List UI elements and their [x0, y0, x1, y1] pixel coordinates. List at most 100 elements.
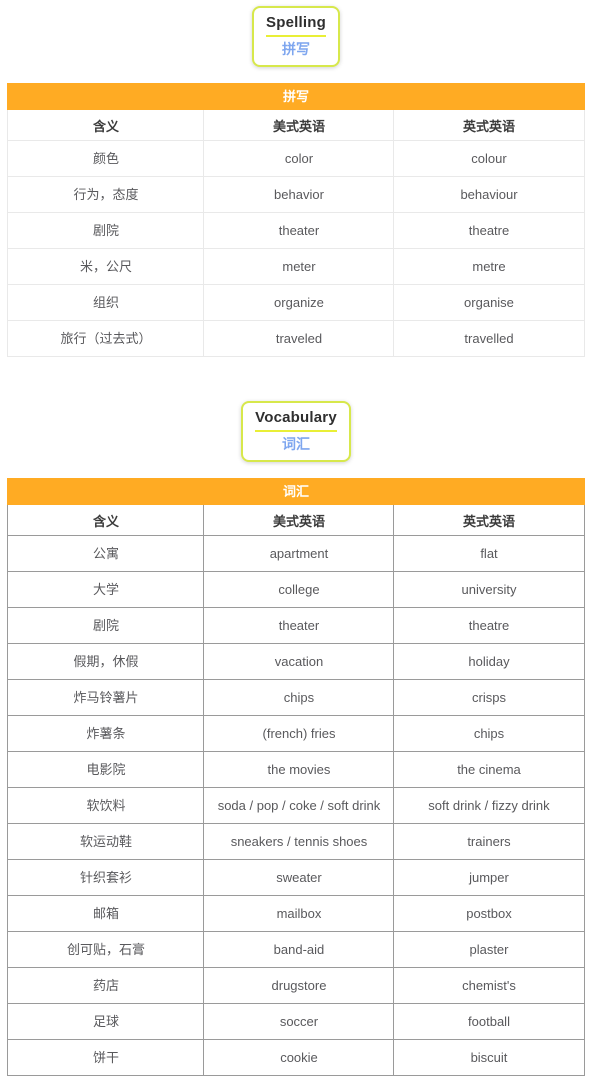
- table-row: 电影院 the movies the cinema: [7, 751, 585, 788]
- cell-british: football: [393, 1003, 585, 1040]
- cell-american: drugstore: [203, 967, 395, 1004]
- cell-meaning: 行为，态度: [7, 176, 205, 213]
- spelling-badge-title: Spelling: [266, 14, 326, 31]
- cell-american: theater: [203, 607, 395, 644]
- vocabulary-table: 词汇 含义 美式英语 英式英语 公寓 apartment flat 大学 col…: [7, 478, 585, 1076]
- cell-british: organise: [393, 284, 585, 321]
- spelling-badge-divider: [266, 35, 326, 37]
- cell-british: travelled: [393, 320, 585, 357]
- cell-american: college: [203, 571, 395, 608]
- spelling-table-title: 拼写: [7, 83, 585, 110]
- cell-american: organize: [203, 284, 395, 321]
- vocabulary-badge-subtitle: 词汇: [281, 436, 310, 452]
- spelling-badge-table-gap: [0, 67, 592, 83]
- table-row: 饼干 cookie biscuit: [7, 1039, 585, 1076]
- cell-british: holiday: [393, 643, 585, 680]
- cell-meaning: 剧院: [7, 607, 205, 644]
- cell-meaning: 电影院: [7, 751, 205, 788]
- cell-american: vacation: [203, 643, 395, 680]
- vocabulary-badge-table-gap: [0, 462, 592, 478]
- cell-british: behaviour: [393, 176, 585, 213]
- cell-meaning: 假期，休假: [7, 643, 205, 680]
- cell-american: band-aid: [203, 931, 395, 968]
- cell-british: chips: [393, 715, 585, 752]
- table-row: 软饮料 soda / pop / coke / soft drink soft …: [7, 787, 585, 824]
- cell-meaning: 创可贴，石膏: [7, 931, 205, 968]
- spelling-badge-subtitle: 拼写: [282, 41, 310, 57]
- cell-meaning: 颜色: [7, 140, 205, 177]
- vocabulary-col-american: 美式英语: [203, 504, 395, 536]
- cell-meaning: 邮箱: [7, 895, 205, 932]
- cell-british: theatre: [393, 212, 585, 249]
- cell-british: crisps: [393, 679, 585, 716]
- cell-british: chemist's: [393, 967, 585, 1004]
- table-row: 炸薯条 (french) fries chips: [7, 715, 585, 752]
- cell-british: flat: [393, 535, 585, 572]
- table-row: 药店 drugstore chemist's: [7, 967, 585, 1004]
- table-row: 行为，态度 behavior behaviour: [7, 176, 585, 213]
- cell-british: plaster: [393, 931, 585, 968]
- table-row: 软运动鞋 sneakers / tennis shoes trainers: [7, 823, 585, 860]
- cell-meaning: 剧院: [7, 212, 205, 249]
- vocabulary-badge-divider: [255, 430, 337, 432]
- cell-american: mailbox: [203, 895, 395, 932]
- spelling-table-title-row: 拼写: [7, 83, 585, 110]
- cell-british: university: [393, 571, 585, 608]
- cell-meaning: 软饮料: [7, 787, 205, 824]
- cell-meaning: 饼干: [7, 1039, 205, 1076]
- cell-meaning: 足球: [7, 1003, 205, 1040]
- table-row: 颜色 color colour: [7, 140, 585, 177]
- cell-american: sweater: [203, 859, 395, 896]
- spelling-col-meaning: 含义: [7, 109, 205, 141]
- cell-meaning: 组织: [7, 284, 205, 321]
- page-root: Spelling 拼写 拼写 含义 美式英语 英式英语 颜色 color col…: [0, 0, 592, 1076]
- cell-american: sneakers / tennis shoes: [203, 823, 395, 860]
- cell-american: soccer: [203, 1003, 395, 1040]
- table-row: 剧院 theater theatre: [7, 607, 585, 644]
- spelling-badge: Spelling 拼写: [252, 6, 340, 67]
- vocabulary-table-header-row: 含义 美式英语 英式英语: [7, 504, 585, 536]
- table-row: 创可贴，石膏 band-aid plaster: [7, 931, 585, 968]
- cell-meaning: 炸马铃薯片: [7, 679, 205, 716]
- vocabulary-badge: Vocabulary 词汇: [241, 401, 351, 462]
- vocabulary-col-british: 英式英语: [393, 504, 585, 536]
- cell-british: metre: [393, 248, 585, 285]
- cell-american: traveled: [203, 320, 395, 357]
- cell-meaning: 炸薯条: [7, 715, 205, 752]
- spelling-table-header-row: 含义 美式英语 英式英语: [7, 109, 585, 141]
- table-row: 针织套衫 sweater jumper: [7, 859, 585, 896]
- cell-american: theater: [203, 212, 395, 249]
- spelling-col-american: 美式英语: [203, 109, 395, 141]
- table-row: 米，公尺 meter metre: [7, 248, 585, 285]
- vocabulary-col-meaning: 含义: [7, 504, 205, 536]
- cell-american: apartment: [203, 535, 395, 572]
- table-row: 剧院 theater theatre: [7, 212, 585, 249]
- table-row: 组织 organize organise: [7, 284, 585, 321]
- spelling-col-british: 英式英语: [393, 109, 585, 141]
- cell-american: soda / pop / coke / soft drink: [203, 787, 395, 824]
- cell-american: chips: [203, 679, 395, 716]
- table-row: 假期，休假 vacation holiday: [7, 643, 585, 680]
- cell-american: behavior: [203, 176, 395, 213]
- cell-british: colour: [393, 140, 585, 177]
- cell-british: theatre: [393, 607, 585, 644]
- cell-american: the movies: [203, 751, 395, 788]
- cell-american: (french) fries: [203, 715, 395, 752]
- cell-meaning: 药店: [7, 967, 205, 1004]
- table-row: 足球 soccer football: [7, 1003, 585, 1040]
- cell-british: the cinema: [393, 751, 585, 788]
- cell-american: meter: [203, 248, 395, 285]
- cell-meaning: 软运动鞋: [7, 823, 205, 860]
- cell-meaning: 公寓: [7, 535, 205, 572]
- vocabulary-badge-wrap: Vocabulary 词汇: [0, 401, 592, 462]
- cell-british: biscuit: [393, 1039, 585, 1076]
- cell-meaning: 旅行（过去式）: [7, 320, 205, 357]
- cell-american: color: [203, 140, 395, 177]
- cell-meaning: 针织套衫: [7, 859, 205, 896]
- table-row: 公寓 apartment flat: [7, 535, 585, 572]
- table-row: 邮箱 mailbox postbox: [7, 895, 585, 932]
- spelling-table: 拼写 含义 美式英语 英式英语 颜色 color colour 行为，态度 be…: [7, 83, 585, 357]
- cell-american: cookie: [203, 1039, 395, 1076]
- vocabulary-badge-title: Vocabulary: [255, 409, 337, 426]
